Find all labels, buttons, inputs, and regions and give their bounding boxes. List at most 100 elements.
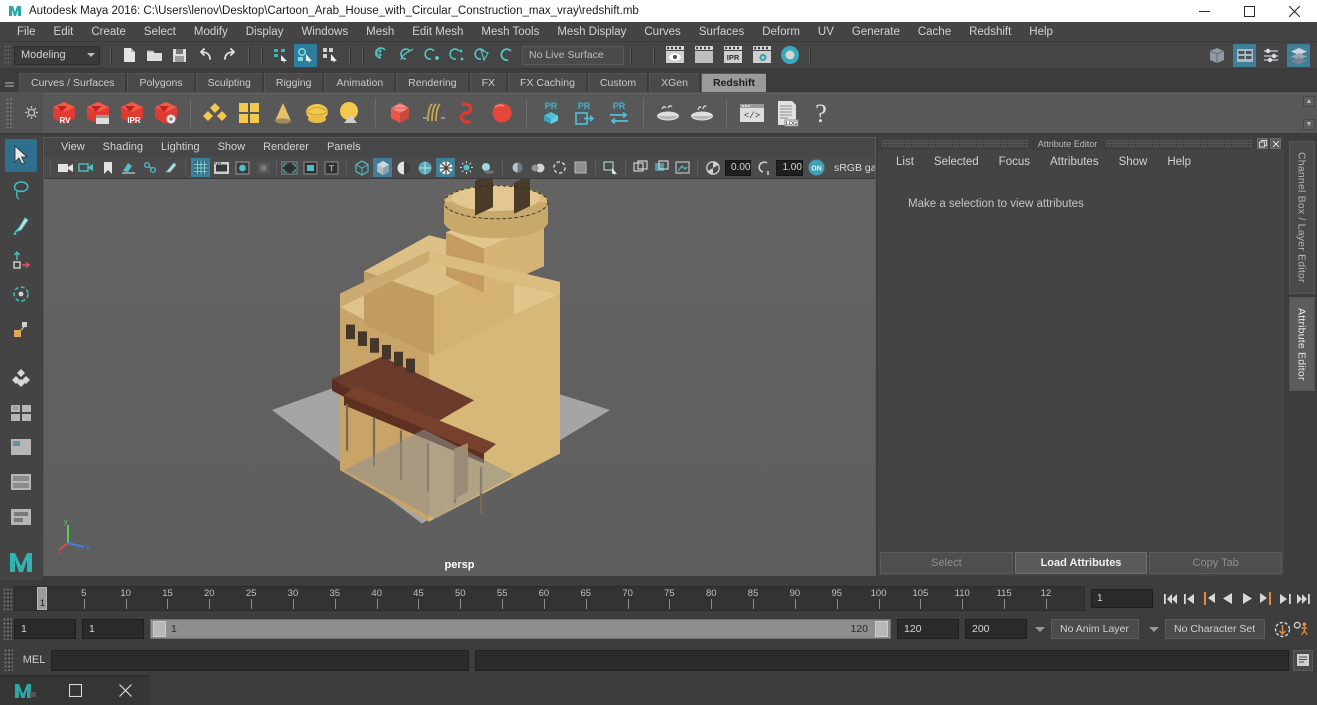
shelf-tab-rendering[interactable]: Rendering (396, 73, 469, 92)
menu-help[interactable]: Help (1020, 22, 1062, 42)
step-back-key-button[interactable] (1199, 589, 1218, 608)
time-slider-grip[interactable] (3, 587, 12, 610)
last-tool-used-button[interactable] (5, 362, 37, 395)
menu-deform[interactable]: Deform (753, 22, 809, 42)
current-frame-field[interactable]: 1 (1091, 589, 1153, 608)
viewport-menu-show[interactable]: Show (209, 138, 255, 157)
redshift-render-view-button[interactable]: RV (47, 96, 81, 130)
shelf-tab-redshift[interactable]: Redshift (700, 73, 767, 92)
select-camera-icon[interactable] (56, 158, 75, 177)
render-view-button[interactable] (777, 44, 802, 67)
new-scene-button[interactable] (118, 44, 141, 67)
menu-file[interactable]: File (8, 22, 45, 42)
redshift-help-button[interactable]: ? (804, 96, 838, 130)
script-editor-icon[interactable] (1293, 649, 1313, 671)
rotate-tool-button[interactable] (5, 278, 37, 311)
xray-active-components-icon[interactable] (652, 158, 671, 177)
menu-create[interactable]: Create (82, 22, 135, 42)
textured-shading-icon[interactable] (436, 158, 455, 177)
multisample-icon[interactable] (550, 158, 569, 177)
shelf-tab-fx-caching[interactable]: FX Caching (508, 73, 587, 92)
animation-end-field[interactable]: 200 (965, 619, 1027, 639)
render-current-frame-button[interactable] (661, 44, 688, 67)
hypergraph-layout-button[interactable] (5, 501, 37, 534)
use-default-light-icon[interactable] (457, 158, 476, 177)
vertical-tab-attribute-editor[interactable]: Attribute Editor (1288, 296, 1315, 392)
menu-redshift[interactable]: Redshift (960, 22, 1020, 42)
range-end-handle[interactable] (875, 621, 888, 637)
select-tool-button[interactable] (5, 139, 37, 172)
viewport-3d-canvas[interactable]: y x z persp (44, 179, 875, 575)
chevron-down-icon-2[interactable] (1149, 626, 1159, 632)
taskbar-maximize-icon[interactable] (50, 676, 100, 705)
go-to-end-button[interactable] (1294, 589, 1313, 608)
menu-edit-mesh[interactable]: Edit Mesh (403, 22, 472, 42)
grid-toggle-icon[interactable] (191, 158, 210, 177)
xray-icon[interactable] (601, 158, 620, 177)
panel-drag-handle-right[interactable] (1106, 140, 1253, 147)
redshift-pr-object-button[interactable]: PR (534, 96, 568, 130)
paint-select-tool-button[interactable] (5, 209, 37, 242)
snap-to-curve-button[interactable] (395, 44, 418, 67)
vertical-tab-channel-box[interactable]: Channel Box / Layer Editor (1288, 141, 1315, 294)
shelf-scroll-down-button[interactable]: ▼ (1303, 119, 1315, 130)
redshift-material-button[interactable] (198, 96, 232, 130)
redshift-volume2-button[interactable] (685, 96, 719, 130)
shelf-tab-xgen[interactable]: XGen (649, 73, 700, 92)
play-forwards-button[interactable] (1237, 589, 1256, 608)
menu-set-dropdown[interactable]: Modeling (14, 45, 100, 65)
shelf-tab-sculpting[interactable]: Sculpting (195, 73, 263, 92)
open-scene-button[interactable] (143, 44, 166, 67)
playback-start-field[interactable]: 1 (82, 619, 144, 639)
exposure-value-field[interactable]: 0.00 (725, 159, 752, 176)
select-button[interactable]: Select (880, 552, 1013, 574)
attribute-editor-title-bar[interactable]: Attribute Editor (878, 137, 1284, 150)
exposure-icon[interactable] (703, 158, 722, 177)
gamma-icon[interactable] (754, 158, 773, 177)
xray-joints-icon[interactable] (631, 158, 650, 177)
redshift-curve-button[interactable] (451, 96, 485, 130)
range-slider-grip[interactable] (3, 618, 12, 640)
step-forward-key-button[interactable] (1256, 589, 1275, 608)
menu-mesh-display[interactable]: Mesh Display (548, 22, 635, 42)
load-attributes-button[interactable]: Load Attributes (1014, 552, 1148, 574)
snap-to-grid-button[interactable] (370, 44, 393, 67)
menu-mesh-tools[interactable]: Mesh Tools (472, 22, 548, 42)
menu-mesh[interactable]: Mesh (357, 22, 403, 42)
command-line-grip[interactable] (4, 649, 13, 671)
viewport-menu-lighting[interactable]: Lighting (152, 138, 209, 157)
ae-menu-attributes[interactable]: Attributes (1040, 152, 1109, 172)
toggle-attribute-editor-button[interactable] (1233, 44, 1256, 67)
range-slider[interactable]: 1 120 (150, 619, 891, 639)
toggle-channel-box-button[interactable] (1287, 44, 1310, 67)
film-gate-icon[interactable] (212, 158, 231, 177)
ae-menu-show[interactable]: Show (1109, 152, 1158, 172)
viewport-menu-shading[interactable]: Shading (94, 138, 152, 157)
copy-tab-button[interactable]: Copy Tab (1149, 552, 1283, 574)
image-plane-icon[interactable] (119, 158, 138, 177)
single-perspective-layout-button[interactable] (5, 396, 37, 429)
snap-to-view-plane-button[interactable] (470, 44, 493, 67)
gamma-value-field[interactable]: 1.00 (776, 159, 803, 176)
redshift-proxy-button[interactable] (383, 96, 417, 130)
motion-blur-icon[interactable] (529, 158, 548, 177)
four-view-layout-button[interactable] (5, 431, 37, 464)
select-by-component-type-button[interactable] (319, 44, 342, 67)
ipr-render-button[interactable]: IPR (719, 44, 746, 67)
toggle-tool-settings-button[interactable] (1260, 44, 1283, 67)
redshift-environment-button[interactable] (334, 96, 368, 130)
maximize-button[interactable] (1227, 0, 1272, 22)
save-scene-button[interactable] (168, 44, 191, 67)
step-back-frame-button[interactable] (1180, 589, 1199, 608)
minimize-button[interactable] (1182, 0, 1227, 22)
shelf-scroll-up-button[interactable]: ▲ (1303, 96, 1315, 107)
menu-uv[interactable]: UV (809, 22, 843, 42)
anim-layer-dropdown[interactable]: No Anim Layer (1051, 619, 1139, 639)
menu-select[interactable]: Select (135, 22, 185, 42)
shelf-tab-polygons[interactable]: Polygons (127, 73, 195, 92)
shelf-tab-rigging[interactable]: Rigging (263, 73, 324, 92)
make-live-button[interactable] (495, 44, 518, 67)
animation-preferences-button[interactable] (1292, 620, 1311, 639)
ae-menu-focus[interactable]: Focus (989, 152, 1040, 172)
shelf-grip[interactable] (6, 97, 14, 128)
